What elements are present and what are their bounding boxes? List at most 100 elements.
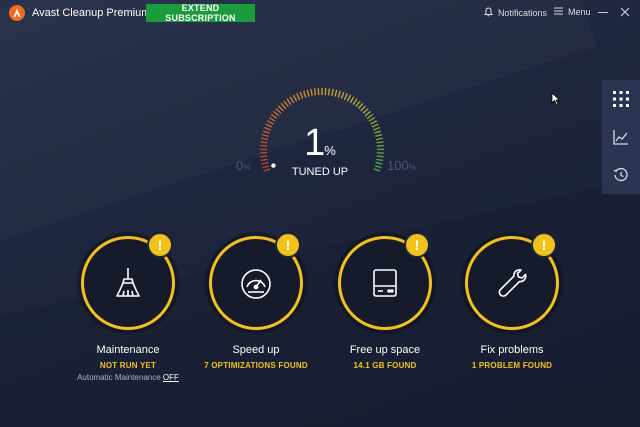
gauge-tick	[296, 93, 301, 101]
gauge-tick	[313, 88, 317, 96]
gauge-tick	[260, 137, 269, 141]
menu-label: Menu	[568, 7, 591, 17]
gauge-tick	[352, 98, 358, 106]
mouse-cursor-icon	[551, 92, 561, 106]
minimize-icon	[598, 12, 608, 13]
free-up-space-title: Free up space	[349, 344, 421, 356]
hamburger-icon	[554, 7, 563, 17]
gauge-tick	[299, 91, 304, 99]
gauge-tick	[373, 168, 381, 172]
broom-icon	[116, 268, 140, 297]
hard-drive-icon	[373, 269, 397, 297]
gauge-tick	[357, 102, 364, 110]
menu-button[interactable]: Menu	[554, 7, 591, 17]
gauge-tick	[275, 108, 282, 114]
gauge-tick	[374, 165, 382, 169]
gauge-tick	[303, 90, 307, 98]
close-icon	[620, 7, 630, 17]
gauge-tick	[261, 161, 269, 165]
side-item-performance[interactable]	[602, 118, 640, 156]
fix-problems-status: 1 PROBLEM FOUND	[471, 361, 553, 370]
gauge-tick	[366, 113, 374, 120]
gauge-tick	[362, 108, 369, 114]
gauge-label: TUNED UP	[291, 166, 349, 178]
gauge-tick	[371, 123, 379, 128]
gauge-tick	[286, 98, 292, 106]
automatic-maintenance-text: Automatic Maintenance OFF	[77, 373, 179, 382]
gauge-tick	[340, 91, 345, 99]
gauge-tick	[373, 126, 381, 131]
gauge-tick	[331, 88, 334, 97]
history-icon	[613, 167, 628, 182]
fix-problems-card[interactable]: ! Fix problems 1 PROBLEM FOUND	[448, 232, 576, 386]
gauge-tick	[292, 94, 298, 102]
gauge-tick	[374, 130, 382, 134]
gauge-tick	[376, 155, 384, 158]
gauge-value-number: 1	[304, 122, 325, 164]
warning-badge: !	[275, 232, 301, 258]
gauge-tick	[289, 96, 295, 104]
gauge-tick	[368, 116, 376, 122]
gauge-max-label: 100%	[387, 158, 416, 173]
free-up-space-card[interactable]: ! Free up space 14.1 GB FOUND	[321, 232, 449, 386]
gauge-tick	[375, 133, 383, 138]
warning-badge: !	[404, 232, 430, 258]
gauge-tick	[260, 158, 268, 162]
gauge-tick	[376, 141, 384, 144]
extend-subscription-button[interactable]: EXTEND SUBSCRIPTION	[146, 3, 255, 23]
gauge-tick	[262, 165, 270, 169]
gauge-tick	[343, 93, 348, 101]
gauge-tick	[346, 94, 352, 102]
gauge-tick	[337, 90, 341, 98]
app-title: Avast Cleanup Premium	[32, 7, 151, 19]
speed-up-title: Speed up	[232, 344, 280, 356]
gauge-tick	[334, 89, 338, 97]
maintenance-title: Maintenance	[96, 344, 160, 356]
maintenance-card[interactable]: ! Maintenance NOT RUN YET Automatic Main…	[64, 232, 192, 386]
gauge-tick	[261, 133, 269, 138]
side-item-history[interactable]	[602, 156, 640, 194]
gauge-tick	[270, 113, 278, 120]
speed-up-card[interactable]: ! Speed up 7 OPTIMIZATIONS FOUND	[192, 232, 320, 386]
title-bar: Avast Cleanup Premium EXTEND SUBSCRIPTIO…	[0, 0, 640, 26]
notifications-button[interactable]: Notifications	[483, 7, 548, 19]
warning-badge: !	[147, 232, 173, 258]
automatic-maintenance-toggle-link[interactable]: OFF	[163, 373, 179, 382]
warning-badge: !	[531, 232, 557, 258]
avast-logo-icon	[9, 5, 25, 21]
gauge-tick	[262, 130, 270, 134]
minimize-button[interactable]	[595, 4, 611, 20]
gauge-tick	[364, 110, 371, 117]
gauge-tick	[260, 141, 268, 144]
gauge-tick	[375, 161, 383, 165]
gauge-tick	[360, 105, 367, 112]
gauge-tick	[370, 120, 378, 125]
gauge-tick	[280, 102, 287, 110]
gauge-tick	[349, 96, 355, 104]
speed-up-status: 7 OPTIMIZATIONS FOUND	[204, 361, 308, 370]
gauge-tick	[376, 158, 384, 162]
app-window: Avast Cleanup Premium EXTEND SUBSCRIPTIO…	[0, 0, 640, 427]
bell-icon	[483, 7, 494, 19]
side-item-dashboard[interactable]	[602, 80, 640, 118]
close-button[interactable]	[617, 4, 633, 20]
gauge-min-label: 0%	[236, 158, 251, 173]
gauge-value: 1%	[270, 122, 370, 165]
side-panel	[602, 80, 640, 194]
gauge-tick	[277, 105, 284, 112]
fix-problems-title: Fix problems	[480, 344, 544, 356]
gauge-value-unit: %	[324, 143, 336, 158]
grid-icon	[613, 91, 629, 107]
maintenance-status: NOT RUN YET	[99, 361, 157, 370]
gauge-tick	[283, 100, 289, 107]
gauge-tick	[310, 88, 313, 97]
gauge-tick	[355, 100, 361, 107]
gauge-tick	[327, 88, 331, 96]
free-up-space-status: 14.1 GB FOUND	[353, 361, 417, 370]
wrench-icon	[498, 269, 527, 297]
notifications-label: Notifications	[498, 8, 548, 18]
gauge-tick	[375, 137, 384, 141]
chart-icon	[613, 130, 628, 145]
speedometer-icon	[241, 269, 271, 299]
gauge-tick	[273, 110, 280, 117]
